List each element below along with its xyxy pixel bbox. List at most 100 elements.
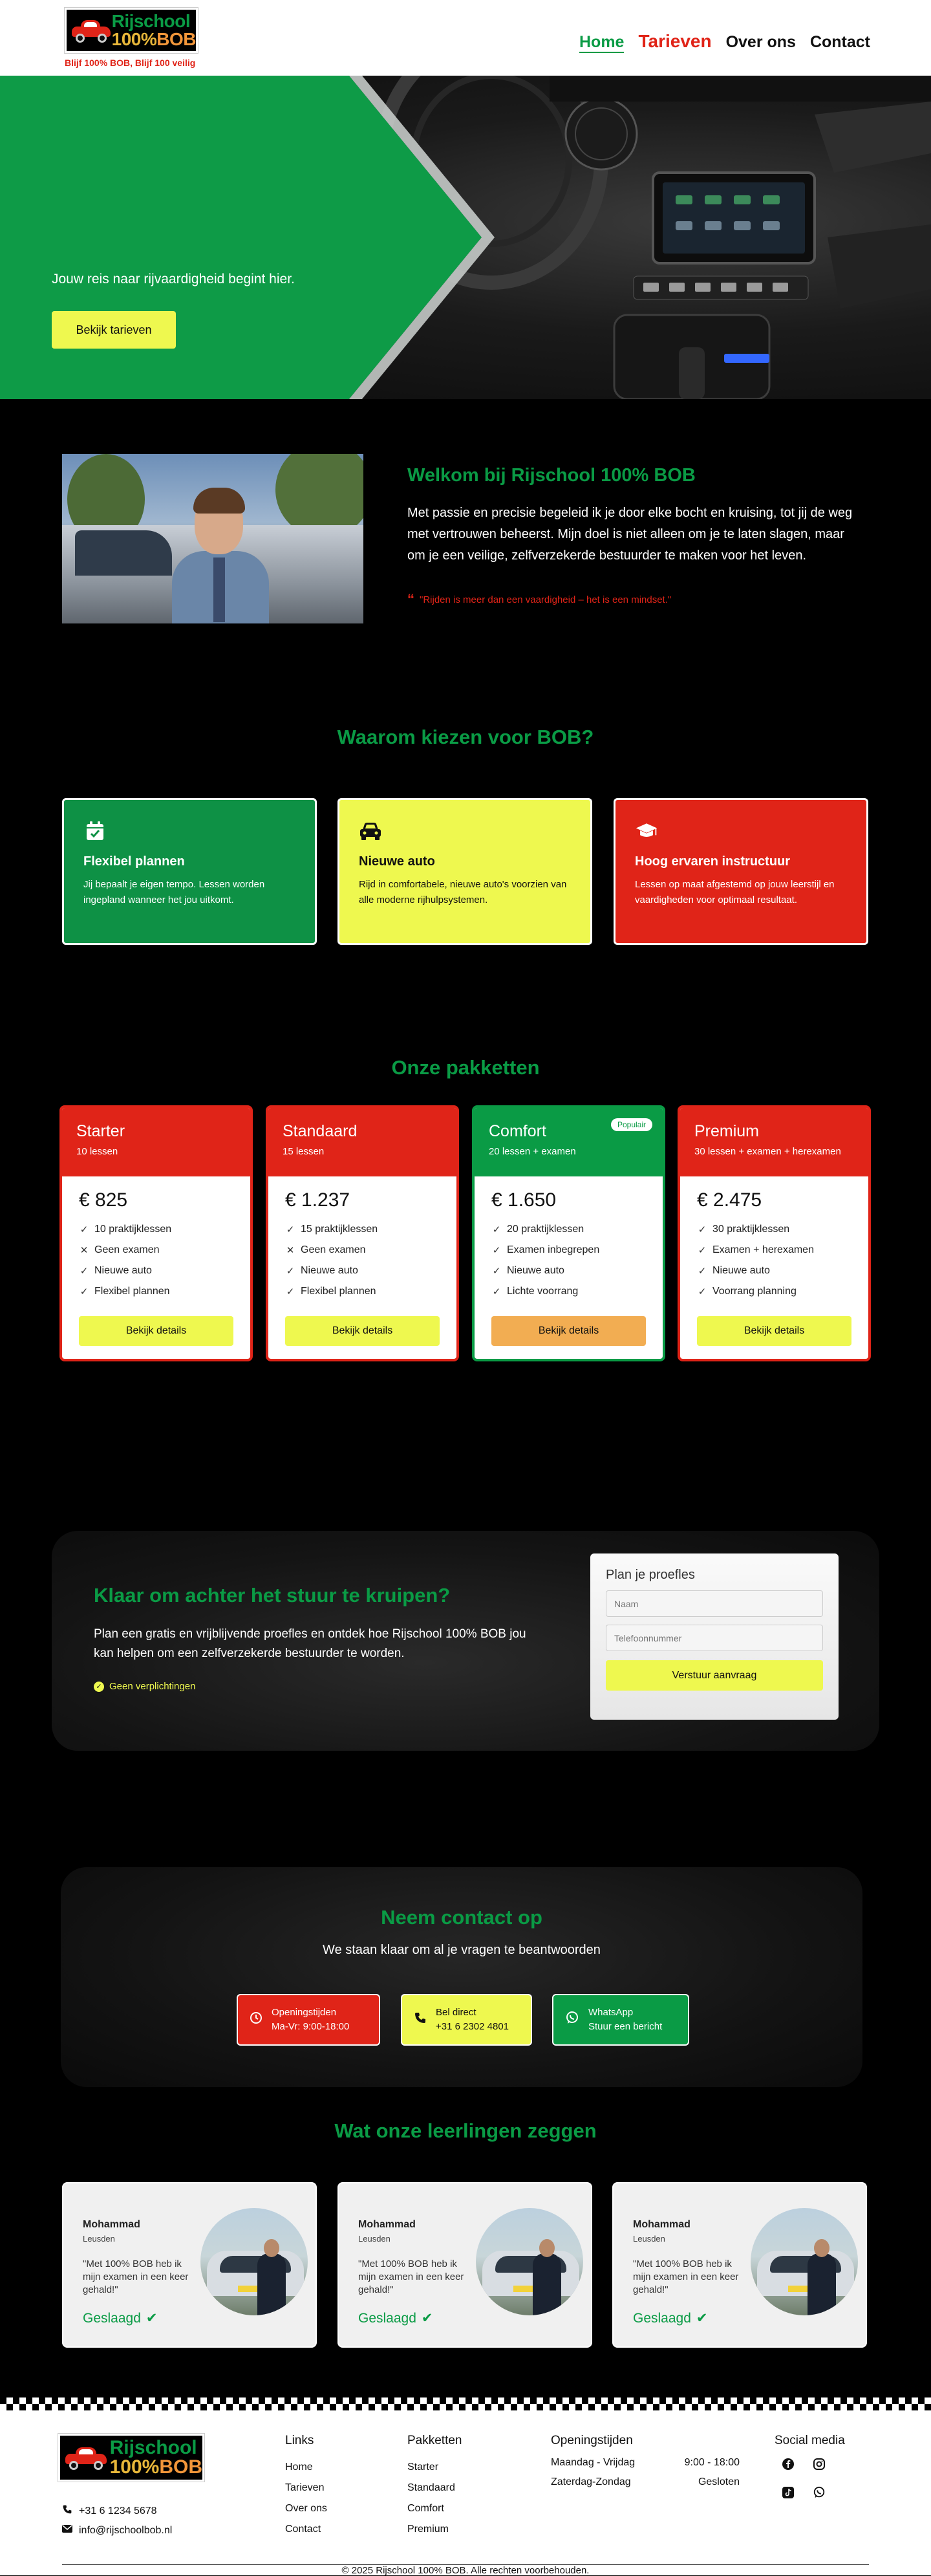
check-icon: ✓ <box>286 1266 295 1277</box>
footer-package-standaard[interactable]: Standaard <box>407 2478 462 2498</box>
whatsapp-icon[interactable] <box>812 2485 826 2500</box>
footer-link-contact[interactable]: Contact <box>285 2519 327 2540</box>
opening-hours-button[interactable]: Openingstijden Ma-Vr: 9:00-18:00 <box>237 1994 380 2046</box>
check-icon: ✓ <box>492 1245 501 1256</box>
list-item: ✓ Nieuwe auto <box>492 1265 564 1277</box>
phone-icon <box>414 2011 427 2029</box>
footer-link-tarieven[interactable]: Tarieven <box>285 2478 327 2498</box>
package-details-button[interactable]: Bekijk details <box>285 1316 440 1346</box>
hours-value: Ma-Vr: 9:00-18:00 <box>272 2021 350 2032</box>
hours-day: Zaterdag-Zondag <box>551 2476 631 2487</box>
package-features: ✓ 15 praktijklessen ✕ Geen examen ✓ Nieuwe … <box>268 1215 456 1306</box>
popular-badge: Populair <box>610 1118 652 1131</box>
car-icon <box>359 819 382 843</box>
tiktok-icon[interactable] <box>781 2485 795 2500</box>
instagram-icon[interactable] <box>812 2457 826 2471</box>
footer-email[interactable]: info@rijschoolbob.nl <box>62 2524 172 2537</box>
list-item: ✓ Examen + herexamen <box>698 1244 814 1256</box>
welcome-title: Welkom bij Rijschool 100% BOB <box>407 465 696 486</box>
package-name: Standaard <box>283 1122 358 1140</box>
check-icon: ✓ <box>492 1224 501 1235</box>
check-icon: ✓ <box>80 1266 89 1277</box>
feature-card-flexibel: Flexibel plannen Jij bepaalt je eigen te… <box>62 798 317 945</box>
feature-card-nieuwe-auto: Nieuwe auto Rijd in comfortabele, nieuwe… <box>337 798 592 945</box>
package-details-button[interactable]: Bekijk details <box>697 1316 851 1346</box>
check-icon: ✓ <box>492 1286 501 1297</box>
cta-note: ✓ Geen verplichtingen <box>94 1681 195 1692</box>
footer-social-title: Social media <box>775 2434 845 2447</box>
list-item: ✓ Nieuwe auto <box>286 1265 358 1277</box>
hero-cta-button[interactable]: Bekijk tarieven <box>52 311 176 349</box>
list-item: ✓ Examen inbegrepen <box>492 1244 600 1256</box>
reviewer-name: Mohammad <box>358 2219 416 2230</box>
list-item: ✕ Geen examen <box>80 1244 160 1256</box>
footer-link-home[interactable]: Home <box>285 2457 327 2478</box>
reviewer-photo <box>751 2208 858 2315</box>
nav-over-ons[interactable]: Over ons <box>726 33 796 52</box>
package-card-standaard: Standaard 15 lessen € 1.237 ✓ 15 praktijkl… <box>266 1105 459 1361</box>
cta-text: Plan een gratis en vrijblijvende proefle… <box>94 1627 526 1660</box>
footer-social: Social media <box>775 2434 845 2500</box>
main-nav: Home Tarieven Over ons Contact <box>579 31 870 53</box>
phone-input[interactable] <box>606 1625 823 1651</box>
submit-button[interactable]: Verstuur aanvraag <box>606 1660 823 1691</box>
list-item: ✓ Lichte voorrang <box>492 1286 579 1297</box>
feature-text: Jij bepaalt je eigen tempo. Lessen worde… <box>83 879 265 905</box>
package-features: ✓ 30 praktijklessen ✓ Examen + herexamen ✓… <box>680 1215 868 1306</box>
quote-icon: “ <box>407 591 414 607</box>
reviewer-location: Leusden <box>83 2234 115 2244</box>
facebook-icon[interactable] <box>781 2457 795 2471</box>
check-icon: ✓ <box>492 1266 501 1277</box>
footer-logo[interactable]: Rijschool 100%BOB <box>58 2433 205 2482</box>
nav-contact[interactable]: Contact <box>810 33 870 52</box>
footer-package-comfort[interactable]: Comfort <box>407 2498 462 2519</box>
footer-packages: Pakketten Starter Standaard Comfort Prem… <box>407 2434 462 2540</box>
hours-time: Gesloten <box>698 2476 740 2487</box>
list-item: ✓ Voorrang planning <box>698 1286 797 1297</box>
reviewer-photo <box>200 2208 308 2315</box>
footer-package-premium[interactable]: Premium <box>407 2519 462 2540</box>
form-title: Plan je proefles <box>606 1568 695 1582</box>
package-name: Starter <box>76 1122 125 1140</box>
list-item: ✓ 30 praktijklessen <box>698 1224 790 1235</box>
car-logo-icon <box>70 17 111 43</box>
hours-label: Openingstijden <box>272 2007 337 2018</box>
reviews-section: Wat onze leerlingen zeggen Mohammad Leus… <box>0 2113 931 2397</box>
nav-home[interactable]: Home <box>579 33 625 53</box>
feature-title: Flexibel plannen <box>83 854 185 869</box>
instructor-photo <box>62 454 363 623</box>
passed-status: Geslaagd ✔ <box>358 2310 433 2326</box>
graduation-cap-icon <box>635 819 658 843</box>
feature-card-instructeur: Hoog ervaren instructuur Lessen op maat … <box>614 798 868 945</box>
calendar-check-icon <box>83 819 107 843</box>
check-icon: ✓ <box>698 1266 707 1277</box>
name-input[interactable] <box>606 1590 823 1617</box>
welcome-text: Met passie en precisie begeleid ik je do… <box>407 506 853 563</box>
footer-phone[interactable]: +31 6 1234 5678 <box>62 2504 157 2518</box>
footer-logo-percent: 100% <box>109 2456 160 2478</box>
footer-hours: Openingstijden Maandag - Vrijdag 9:00 - … <box>551 2434 740 2488</box>
package-sub: 20 lessen + examen <box>489 1146 576 1157</box>
list-item: ✓ 10 praktijklessen <box>80 1224 172 1235</box>
whatsapp-button[interactable]: WhatsApp Stuur een bericht <box>552 1994 689 2046</box>
footer-logo-line1: Rijschool <box>109 2437 197 2458</box>
packages-section: Onze pakketten Starter 10 lessen € 825 ✓ 1… <box>0 1033 931 1492</box>
call-button[interactable]: Bel direct +31 6 2302 4801 <box>401 1994 532 2046</box>
nav-tarieven[interactable]: Tarieven <box>638 31 711 52</box>
package-details-button[interactable]: Bekijk details <box>79 1316 233 1346</box>
envelope-icon <box>62 2524 72 2537</box>
site-header: Rijschool 100%BOB Blijf 100% BOB, Blijf … <box>0 0 931 76</box>
footer-package-starter[interactable]: Starter <box>407 2457 462 2478</box>
check-icon: ✓ <box>698 1245 707 1256</box>
site-footer: Rijschool 100%BOB +31 6 1234 5678 info@r… <box>0 2410 931 2576</box>
list-item: ✓ 20 praktijklessen <box>492 1224 584 1235</box>
package-sub: 10 lessen <box>76 1146 118 1157</box>
check-icon: ✓ <box>698 1286 707 1297</box>
footer-logo-bob: BOB <box>159 2456 202 2478</box>
cta-note-text: Geen verplichtingen <box>109 1681 196 1692</box>
list-item: ✓ 15 praktijklessen <box>286 1224 378 1235</box>
passed-status: Geslaagd ✔ <box>633 2310 708 2326</box>
package-details-button[interactable]: Bekijk details <box>491 1316 646 1346</box>
site-logo[interactable]: Rijschool 100%BOB <box>64 7 198 54</box>
footer-link-over-ons[interactable]: Over ons <box>285 2498 327 2519</box>
